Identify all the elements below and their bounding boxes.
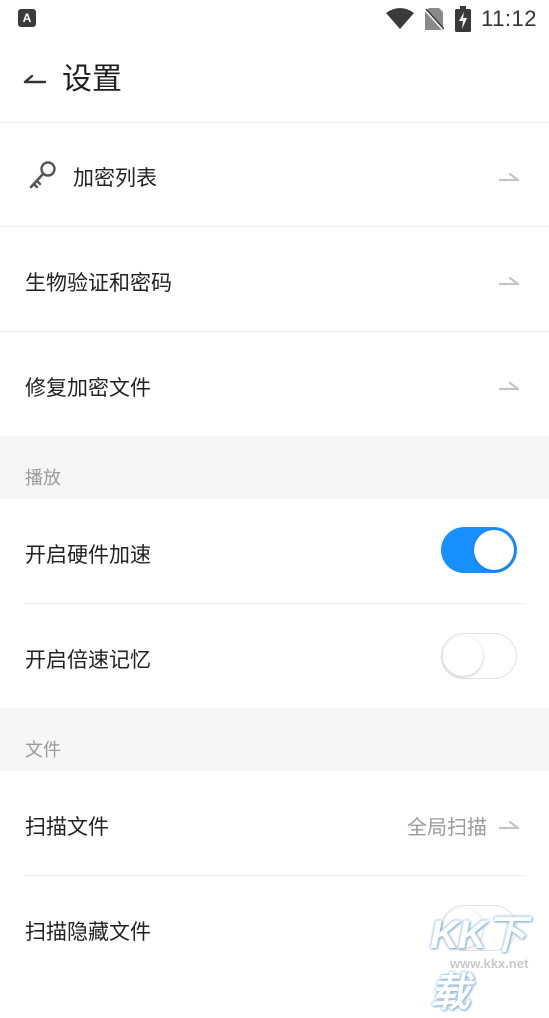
playback-section-header: 播放 <box>0 436 549 499</box>
toggle-knob <box>443 907 483 948</box>
no-sim-icon <box>424 7 444 31</box>
encryption-list-row[interactable]: 加密列表 <box>0 123 549 227</box>
app-notification-icon: A <box>18 9 36 27</box>
scan-hidden-files-toggle[interactable] <box>441 905 517 951</box>
chevron-right-icon <box>499 820 519 830</box>
hardware-acceleration-row: 开启硬件加速 <box>0 499 549 603</box>
clock: 11:12 <box>481 6 537 31</box>
toggle-knob <box>443 635 483 676</box>
toggle-knob <box>474 530 514 570</box>
chevron-right-icon <box>499 381 519 391</box>
speed-memory-row: 开启倍速记忆 <box>0 604 549 708</box>
biometric-password-label: 生物验证和密码 <box>25 272 172 295</box>
scan-files-row[interactable]: 扫描文件 全局扫描 <box>0 771 549 875</box>
scan-hidden-files-label: 扫描隐藏文件 <box>25 921 151 944</box>
wifi-icon <box>386 8 414 29</box>
files-section-header: 文件 <box>0 708 549 771</box>
back-button[interactable] <box>14 60 54 100</box>
chevron-right-icon <box>499 276 519 286</box>
back-arrow-icon <box>23 74 47 84</box>
chevron-right-icon <box>499 172 519 182</box>
scan-files-label: 扫描文件 <box>25 816 109 839</box>
repair-encrypted-files-row[interactable]: 修复加密文件 <box>0 332 549 436</box>
page-title: 设置 <box>62 63 122 96</box>
repair-encrypted-files-label: 修复加密文件 <box>25 377 151 400</box>
section-title: 文件 <box>25 740 61 760</box>
scan-files-value: 全局扫描 <box>407 817 487 839</box>
scan-hidden-files-row: 扫描隐藏文件 <box>0 876 549 976</box>
speed-memory-toggle[interactable] <box>441 633 517 679</box>
hardware-acceleration-toggle[interactable] <box>441 527 517 573</box>
hardware-acceleration-label: 开启硬件加速 <box>25 544 151 567</box>
status-bar: A 11:12 <box>0 0 549 38</box>
key-icon <box>29 161 56 189</box>
section-title: 播放 <box>25 468 61 488</box>
encryption-list-label: 加密列表 <box>73 167 157 190</box>
speed-memory-label: 开启倍速记忆 <box>25 649 151 672</box>
biometric-password-row[interactable]: 生物验证和密码 <box>0 227 549 331</box>
toolbar: 设置 <box>0 38 549 123</box>
battery-charging-icon <box>455 6 471 32</box>
